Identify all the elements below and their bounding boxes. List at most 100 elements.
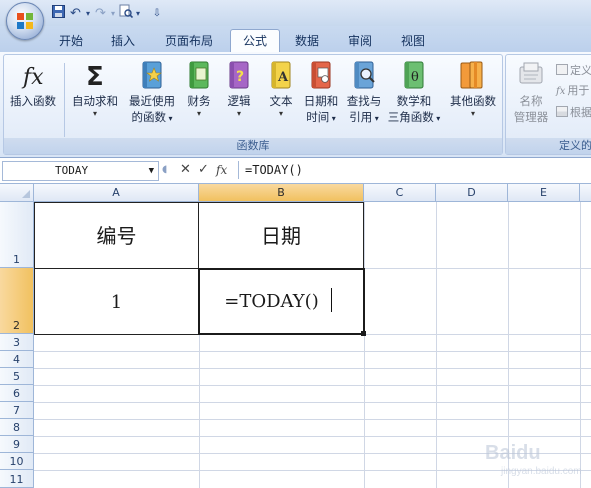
formula-buttons: ◖ ✕ ✓ fx bbox=[160, 161, 236, 179]
defined-names-group: 名称 管理器 定义 fx 用于 根据 定义的 bbox=[505, 54, 591, 155]
fx-small-icon: fx bbox=[556, 86, 566, 97]
finance-book-icon bbox=[189, 61, 209, 89]
row-header-1[interactable]: 1 bbox=[0, 202, 34, 268]
gridline bbox=[34, 351, 591, 352]
cancel-icon[interactable]: ✕ bbox=[180, 161, 191, 179]
chevron-down-icon: ▾ bbox=[470, 109, 475, 118]
svg-text:A: A bbox=[277, 70, 289, 85]
text-caret bbox=[331, 288, 332, 312]
column-header-e[interactable]: E bbox=[508, 184, 580, 202]
tab-formulas[interactable]: 公式 bbox=[230, 29, 280, 52]
lookup-reference-button[interactable]: 查找与 引用 ▾ bbox=[343, 59, 385, 127]
defined-names-label: 定义的 bbox=[506, 138, 591, 154]
row-header-11[interactable]: 11 bbox=[0, 470, 34, 488]
ribbon: fx 插入函数 Σ 自动求和 ▾ 最近使用 的函数 ▾ 财务 ▾ ? 逻辑 ▾ … bbox=[0, 52, 591, 158]
undo-dropdown-icon[interactable]: ▾ bbox=[84, 9, 92, 18]
name-manager-button[interactable]: 名称 管理器 bbox=[508, 59, 554, 125]
title-bar: ↶ ▾ ↷ ▾ ▾ ⇩ bbox=[0, 0, 591, 40]
baidu-watermark: Baidu jingyan.baidu.com bbox=[485, 442, 582, 477]
row-header-5[interactable]: 5 bbox=[0, 368, 34, 385]
quick-access-toolbar: ↶ ▾ ↷ ▾ ▾ ⇩ bbox=[50, 4, 164, 22]
row-header-2[interactable]: 2 bbox=[0, 268, 34, 334]
customize-qat-icon[interactable]: ⇩ bbox=[150, 8, 164, 19]
row-header-3[interactable]: 3 bbox=[0, 334, 34, 351]
gridline bbox=[199, 334, 200, 488]
create-from-selection-button[interactable]: 根据 bbox=[556, 105, 591, 121]
tab-home[interactable]: 开始 bbox=[52, 30, 90, 52]
gridline bbox=[436, 202, 437, 488]
gridline bbox=[34, 419, 591, 420]
svg-text:Σ: Σ bbox=[86, 62, 104, 91]
text-book-icon: A bbox=[271, 61, 291, 89]
svg-text:?: ? bbox=[236, 69, 244, 85]
tab-insert[interactable]: 插入 bbox=[104, 30, 142, 52]
logic-book-icon: ? bbox=[229, 61, 249, 89]
chevron-down-icon: ▾ bbox=[372, 114, 379, 123]
financial-button[interactable]: 财务 ▾ bbox=[181, 59, 217, 119]
row-header-10[interactable]: 10 bbox=[0, 453, 34, 470]
tab-page-layout[interactable]: 页面布局 bbox=[158, 30, 220, 52]
autosum-button[interactable]: Σ 自动求和 ▾ bbox=[67, 59, 123, 119]
ribbon-tabs: 开始 插入 页面布局 公式 数据 审阅 视图 bbox=[0, 26, 591, 52]
math-trig-button[interactable]: θ 数学和 三角函数 ▾ bbox=[386, 59, 442, 127]
svg-text:θ: θ bbox=[411, 70, 419, 85]
star-book-icon bbox=[142, 61, 162, 89]
column-header-a[interactable]: A bbox=[34, 184, 199, 202]
more-functions-button[interactable]: 其他函数 ▾ bbox=[445, 59, 501, 119]
save-icon[interactable] bbox=[50, 4, 67, 22]
svg-text:fx: fx bbox=[21, 65, 44, 90]
column-header-d[interactable]: D bbox=[436, 184, 508, 202]
column-header-b[interactable]: B bbox=[199, 184, 364, 202]
name-manager-icon bbox=[519, 62, 543, 84]
cell-a2[interactable]: 1 bbox=[34, 268, 199, 335]
use-in-formula-button[interactable]: fx 用于 bbox=[556, 83, 589, 99]
enter-icon[interactable]: ✓ bbox=[198, 161, 209, 179]
insert-function-button[interactable]: fx 插入函数 bbox=[6, 59, 60, 109]
row-header-7[interactable]: 7 bbox=[0, 402, 34, 419]
recently-used-button[interactable]: 最近使用 的函数 ▾ bbox=[123, 59, 181, 127]
tab-data[interactable]: 数据 bbox=[288, 30, 326, 52]
column-header-f-partial[interactable] bbox=[580, 184, 591, 202]
grid-small-icon bbox=[556, 106, 568, 117]
redo-dropdown-icon[interactable]: ▾ bbox=[109, 9, 117, 18]
math-book-icon: θ bbox=[404, 61, 424, 89]
row-header-9[interactable]: 9 bbox=[0, 436, 34, 453]
gridline bbox=[34, 436, 591, 437]
tab-view[interactable]: 视图 bbox=[394, 30, 432, 52]
office-button[interactable] bbox=[6, 2, 44, 40]
formula-bar: TODAY ▼ ◖ ✕ ✓ fx =TODAY() bbox=[0, 158, 591, 184]
row-header-8[interactable]: 8 bbox=[0, 419, 34, 436]
datetime-book-icon bbox=[311, 61, 331, 89]
more-book-icon bbox=[460, 61, 483, 89]
print-preview-dropdown-icon[interactable]: ▾ bbox=[134, 9, 142, 18]
logical-button[interactable]: ? 逻辑 ▾ bbox=[221, 59, 257, 119]
date-time-button[interactable]: 日期和 时间 ▾ bbox=[301, 59, 341, 127]
column-header-c[interactable]: C bbox=[364, 184, 436, 202]
chevron-down-icon: ▾ bbox=[196, 109, 201, 118]
cell-b1[interactable]: 日期 bbox=[198, 202, 364, 269]
grip-icon: ◖ bbox=[162, 164, 168, 175]
chevron-down-icon: ▾ bbox=[278, 109, 283, 118]
define-name-button[interactable]: 定义 bbox=[556, 63, 591, 79]
worksheet-grid: A B C D E 1 2 3 4 5 6 7 8 9 10 11 编号 日期 … bbox=[0, 184, 591, 488]
insert-function-icon[interactable]: fx bbox=[216, 161, 227, 179]
row-header-4[interactable]: 4 bbox=[0, 351, 34, 368]
print-preview-icon[interactable] bbox=[117, 4, 134, 22]
fill-handle[interactable] bbox=[361, 331, 366, 336]
select-all-button[interactable] bbox=[0, 184, 34, 202]
redo-icon[interactable]: ↷ bbox=[92, 6, 109, 21]
undo-icon[interactable]: ↶ bbox=[67, 6, 84, 21]
gridline bbox=[34, 368, 591, 369]
gridline bbox=[34, 385, 591, 386]
name-box[interactable]: TODAY ▼ bbox=[2, 161, 159, 181]
text-button[interactable]: A 文本 ▾ bbox=[263, 59, 299, 119]
define-name-icon bbox=[556, 64, 568, 75]
chevron-down-icon: ▾ bbox=[92, 109, 97, 118]
row-header-6[interactable]: 6 bbox=[0, 385, 34, 402]
formula-input[interactable]: =TODAY() bbox=[238, 161, 589, 179]
cell-a1[interactable]: 编号 bbox=[34, 202, 199, 269]
function-library-group: fx 插入函数 Σ 自动求和 ▾ 最近使用 的函数 ▾ 财务 ▾ ? 逻辑 ▾ … bbox=[3, 54, 503, 155]
cell-b2-active[interactable]: =TODAY() bbox=[198, 268, 365, 335]
chevron-down-icon[interactable]: ▼ bbox=[149, 162, 154, 180]
tab-review[interactable]: 审阅 bbox=[341, 30, 379, 52]
